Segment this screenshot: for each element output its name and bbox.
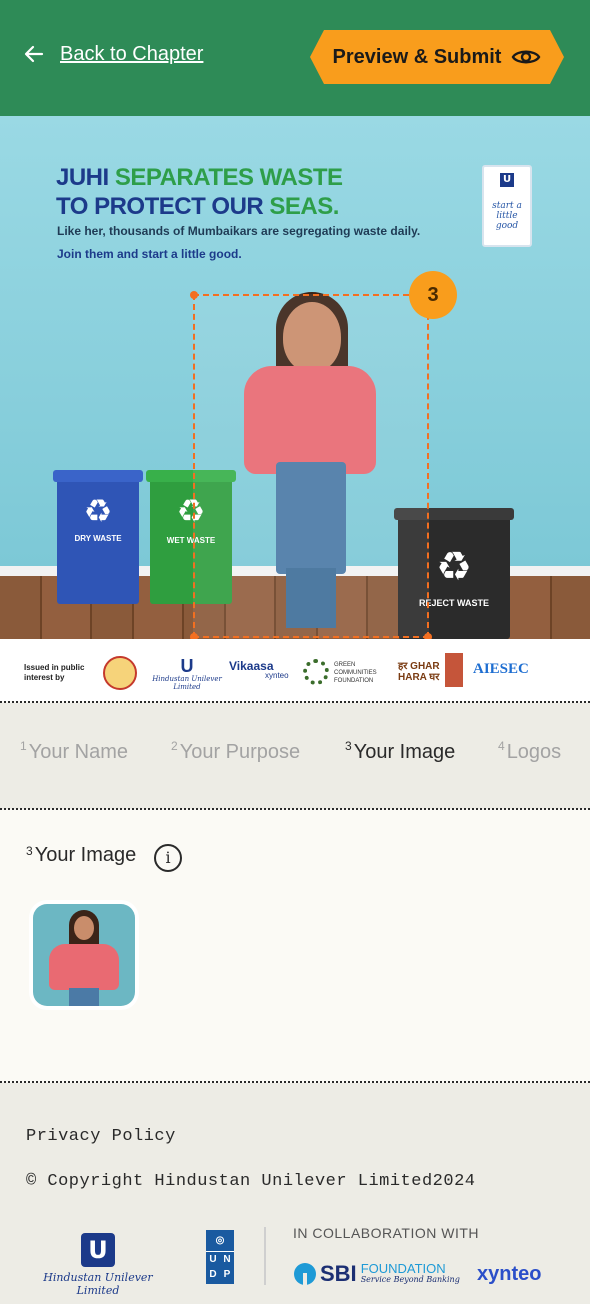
start-a-little-good-badge: U start a little good [482,165,532,247]
preview-submit-button[interactable]: Preview & Submit [310,30,564,84]
divider [0,808,590,810]
collaboration-label: IN COLLABORATION WITH [293,1225,480,1241]
step-tabs: 1 Your Name 2 Your Purpose 3 Your Image 4 Lo… [0,703,590,809]
aiesec-logo: AIESEC [473,661,529,677]
info-icon[interactable]: i [154,844,182,872]
vikaasa-logo: Vikaasa xynteo [229,659,289,680]
hul-logo: U Hindustan Unilever Limited [152,656,222,691]
selection-number-badge[interactable]: 3 [409,271,457,319]
poster-preview: JUHI SEPARATES WASTE TO PROTECT OUR SEAS… [0,116,590,639]
badge-text: start a little good [492,201,522,231]
tab-your-image[interactable]: 3 Your Image [345,739,455,764]
tab-your-name[interactable]: 1 Your Name [20,739,128,764]
recycle-icon: ♻ [83,492,113,530]
selected-image-thumbnail[interactable] [33,904,135,1006]
arrow-left-icon [24,45,44,63]
footer: Privacy Policy © Copyright Hindustan Uni… [0,1083,590,1304]
poster-cta: Join them and start a little good. [57,247,242,261]
unilever-logo-icon: U [500,173,514,187]
recycle-icon: ♻ [436,544,472,590]
green-communities-logo: GREEN COMMUNITIES FOUNDATION [334,662,377,684]
tab-logos[interactable]: 4 Logos [498,739,561,764]
sbi-keyhole-icon [294,1263,316,1285]
top-bar: Back to Chapter Preview & Submit [0,0,590,116]
undp-logo: ◎ UN DP [206,1230,234,1284]
xynteo-logo: xynteo [477,1263,542,1285]
section-title: 3 Your Image [26,844,137,866]
hul-footer-logo: U Hindustan Unilever Limited [26,1233,170,1297]
copyright-text: © Copyright Hindustan Unilever Limited20… [26,1172,476,1191]
un-emblem-icon: ◎ [206,1230,234,1252]
submit-label: Preview & Submit [332,45,502,68]
poster-subline: Like her, thousands of Mumbaikars are se… [57,224,421,238]
eye-icon [512,50,541,64]
privacy-policy-link[interactable]: Privacy Policy [26,1127,176,1146]
poster-headline-1: JUHI SEPARATES WASTE [56,164,343,191]
issued-by-text: Issued in public interest by [24,663,85,682]
tab-your-purpose[interactable]: 2 Your Purpose [171,739,300,764]
footer-separator [264,1227,266,1285]
unilever-u-icon: U [81,1233,115,1267]
poster-headline-2: TO PROTECT OUR SEAS. [56,193,339,220]
sbi-foundation-logo: SBI FOUNDATION Service Beyond Banking [294,1261,460,1287]
bmc-seal-icon [103,656,137,690]
back-label: Back to Chapter [60,42,204,65]
bin-label: DRY WASTE [74,534,122,543]
back-to-chapter-link[interactable]: Back to Chapter [22,42,203,66]
har-ghar-hara-logo: हर GHAR HARA घर [398,661,440,683]
building-icon [445,653,463,687]
image-selection-box[interactable] [190,291,432,639]
logo-strip: Issued in public interest by U Hindustan… [0,639,590,701]
dry-waste-bin: ♻ DRY WASTE [53,470,143,604]
green-communities-icon [303,659,329,685]
